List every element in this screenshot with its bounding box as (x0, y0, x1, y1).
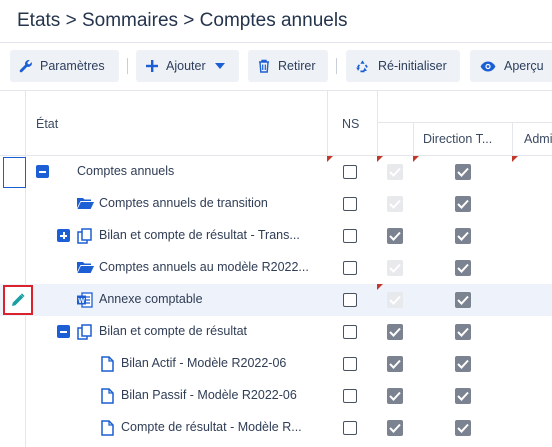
tree-row-selected[interactable]: W Annexe comptable (0, 284, 552, 316)
document-icon (101, 420, 114, 441)
ns-checkbox[interactable] (343, 229, 357, 243)
toolbar-separator (127, 58, 128, 74)
row-label: Comptes annuels (77, 164, 175, 178)
column-header-state[interactable]: État (36, 117, 58, 131)
add-button[interactable]: Ajouter (136, 50, 239, 82)
row-label: Bilan Actif - Modèle R2022-06 (121, 356, 287, 370)
pencil-icon (11, 293, 25, 312)
preview-label: Aperçu (504, 59, 544, 73)
check-icon[interactable] (387, 228, 403, 244)
check-icon[interactable] (387, 324, 403, 340)
tree-row[interactable]: Bilan et compte de résultat - Trans... (0, 220, 552, 252)
marker-icon (413, 156, 419, 162)
toolbar: Paramètres Ajouter Retirer Ré-initialise… (0, 49, 552, 83)
check-icon (387, 164, 403, 180)
check-icon[interactable] (455, 324, 471, 340)
check-icon[interactable] (387, 388, 403, 404)
recycle-icon (355, 59, 370, 74)
row-label: Annexe comptable (99, 292, 203, 306)
column-header-direction[interactable]: Direction T... (423, 132, 492, 146)
folder-open-icon (77, 260, 94, 279)
page-breadcrumb: Etats > Sommaires > Comptes annuels (17, 10, 348, 31)
grid-line (413, 122, 414, 155)
trash-icon (258, 59, 270, 73)
tree-row[interactable]: Bilan Passif - Modèle R2022-06 (0, 380, 552, 412)
tree-row[interactable]: Comptes annuels (0, 156, 552, 188)
check-icon[interactable] (455, 356, 471, 372)
grid-line (377, 90, 378, 155)
parameters-label: Paramètres (40, 59, 105, 73)
header-divider (0, 42, 552, 43)
column-header-ns[interactable]: NS (342, 117, 359, 131)
collapse-icon[interactable] (36, 165, 49, 178)
reset-label: Ré-initialiser (378, 59, 447, 73)
caret-down-icon (214, 63, 225, 69)
tree-row[interactable]: Compte de résultat - Modèle R... (0, 412, 552, 444)
row-label: Compte de résultat - Modèle R... (121, 420, 302, 434)
folder-open-icon (77, 196, 94, 215)
row-label: Comptes annuels au modèle R2022... (99, 260, 309, 274)
eye-icon (480, 61, 496, 72)
copy-document-icon (77, 324, 93, 345)
marker-icon (327, 156, 333, 162)
ns-checkbox[interactable] (343, 293, 357, 307)
grid-line (377, 122, 552, 123)
reset-button[interactable]: Ré-initialiser (346, 50, 460, 82)
copy-document-icon (77, 228, 93, 249)
collapse-icon[interactable] (57, 325, 70, 338)
check-icon[interactable] (455, 292, 471, 308)
check-icon[interactable] (455, 164, 471, 180)
tree-row[interactable]: Bilan Actif - Modèle R2022-06 (0, 348, 552, 380)
tree-row[interactable]: Comptes annuels de transition (0, 188, 552, 220)
remove-button[interactable]: Retirer (248, 50, 328, 82)
row-label: Bilan et compte de résultat - Trans... (99, 228, 300, 242)
row-selector[interactable] (3, 157, 26, 188)
marker-icon (377, 284, 383, 290)
expand-icon[interactable] (57, 229, 70, 242)
marker-icon (377, 156, 383, 162)
tree-row[interactable]: Bilan et compte de résultat (0, 316, 552, 348)
plus-icon (146, 60, 158, 72)
grid-line (512, 122, 513, 155)
grid-line (0, 90, 552, 91)
row-label: Comptes annuels de transition (99, 196, 268, 210)
check-icon[interactable] (455, 420, 471, 436)
check-icon (387, 196, 403, 212)
check-icon[interactable] (455, 196, 471, 212)
marker-icon (512, 156, 518, 162)
svg-text:W: W (78, 298, 85, 305)
edit-button[interactable] (3, 285, 33, 315)
ns-checkbox[interactable] (343, 389, 357, 403)
row-label: Bilan Passif - Modèle R2022-06 (121, 388, 297, 402)
check-icon[interactable] (387, 420, 403, 436)
check-icon[interactable] (455, 260, 471, 276)
row-label: Bilan et compte de résultat (99, 324, 247, 338)
tree-row[interactable]: Comptes annuels au modèle R2022... (0, 252, 552, 284)
grid-line (327, 90, 328, 155)
ns-checkbox[interactable] (343, 357, 357, 371)
ns-checkbox[interactable] (343, 261, 357, 275)
ns-checkbox[interactable] (343, 165, 357, 179)
document-icon (101, 388, 114, 409)
preview-button[interactable]: Aperçu (470, 50, 552, 82)
document-icon (101, 356, 114, 377)
ns-checkbox[interactable] (343, 421, 357, 435)
check-icon (387, 260, 403, 276)
ns-checkbox[interactable] (343, 325, 357, 339)
remove-label: Retirer (278, 59, 316, 73)
check-icon (387, 292, 403, 308)
wrench-icon (19, 59, 33, 73)
toolbar-separator (336, 58, 337, 74)
add-label: Ajouter (166, 59, 206, 73)
check-icon[interactable] (387, 356, 403, 372)
ns-checkbox[interactable] (343, 197, 357, 211)
check-icon[interactable] (455, 388, 471, 404)
column-header-admin[interactable]: Admi (524, 132, 552, 146)
parameters-button[interactable]: Paramètres (10, 50, 119, 82)
check-icon[interactable] (455, 228, 471, 244)
word-document-icon: W (77, 292, 93, 313)
